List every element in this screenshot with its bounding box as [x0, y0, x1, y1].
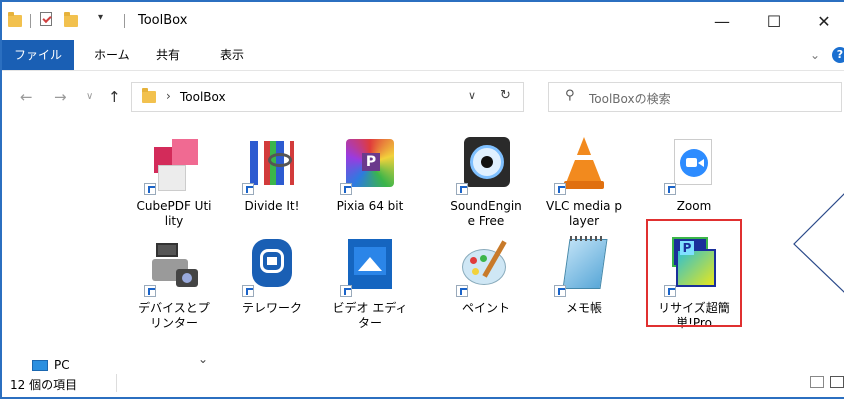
file-item-label: Pixia 64 bit [336, 199, 404, 213]
up-arrow-icon[interactable]: ↑ [108, 88, 121, 106]
nav-pane-pc-label: PC [54, 358, 70, 372]
file-item[interactable]: テレワーク [234, 233, 310, 316]
tab-view[interactable]: 表示 [220, 40, 244, 70]
file-item-label: メモ帳 [565, 301, 602, 315]
highlight-box [646, 219, 742, 327]
notepad-icon [552, 233, 616, 297]
paint-icon [454, 233, 518, 297]
file-item[interactable]: メモ帳 [546, 233, 622, 316]
cubepdf-icon [142, 131, 206, 195]
computer-icon [32, 359, 48, 371]
item-count: 12 個の項目 [10, 378, 78, 392]
vlc-icon [552, 131, 616, 195]
file-item-label: ビデオ エディター [332, 301, 408, 330]
chevron-down-icon[interactable]: ⌄ [198, 352, 208, 366]
folder-icon [8, 12, 22, 27]
divider [30, 14, 31, 28]
expand-ribbon-icon[interactable]: ⌄ [810, 48, 820, 62]
explorer-window: ▾ ToolBox — ☐ ✕ ファイル ホーム 共有 表示 ⌄ ? ← → ∨… [0, 0, 844, 399]
search-box[interactable]: ⚲ ToolBoxの検索 [548, 82, 842, 112]
zoom-icon [662, 131, 726, 195]
tab-file[interactable]: ファイル [2, 40, 74, 70]
details-view-icon[interactable] [810, 376, 824, 388]
status-bar: PC ⌄ 12 個の項目 [2, 352, 844, 397]
large-icons-view-icon[interactable] [830, 376, 844, 388]
recent-dropdown-icon[interactable]: ∨ [86, 91, 93, 102]
refresh-icon[interactable]: ↻ [500, 88, 511, 103]
file-item[interactable]: ビデオ エディター [332, 233, 408, 331]
file-item-label: テレワーク [241, 301, 302, 315]
ribbon-tabs: ファイル ホーム 共有 表示 ⌄ ? [2, 40, 844, 71]
minimize-button[interactable]: — [702, 8, 742, 34]
nav-pane-pc[interactable]: PC [32, 358, 70, 372]
file-item[interactable]: ペイント [448, 233, 524, 316]
file-item[interactable]: P Pixia 64 bit [332, 131, 408, 214]
maximize-button[interactable]: ☐ [754, 8, 794, 34]
divider [116, 374, 117, 392]
file-item[interactable]: SoundEngine Free [448, 131, 524, 229]
soundengine-icon [454, 131, 518, 195]
file-item-label: ペイント [461, 301, 510, 315]
divider [124, 14, 125, 28]
title-bar: ▾ ToolBox — ☐ ✕ [2, 2, 844, 40]
file-item-label: CubePDF Utility [136, 199, 212, 228]
divide-it-icon [240, 131, 304, 195]
back-arrow-icon[interactable]: ← [20, 88, 33, 106]
file-item[interactable]: デバイスとプリンター [136, 233, 212, 331]
breadcrumb-separator-icon: › [166, 89, 171, 103]
video-editor-icon [338, 233, 402, 297]
new-folder-icon[interactable] [64, 12, 78, 27]
address-bar[interactable]: › ToolBox ∨ ↻ [131, 82, 524, 112]
telework-icon [240, 233, 304, 297]
file-item-label: Divide It! [244, 199, 300, 213]
file-item-label: SoundEngine Free [450, 199, 522, 228]
qat-dropdown-icon[interactable]: ▾ [98, 12, 103, 23]
file-item[interactable]: Zoom [656, 131, 732, 214]
search-input[interactable]: ToolBoxの検索 [589, 90, 671, 107]
close-button[interactable]: ✕ [804, 8, 844, 34]
view-toggle [810, 376, 844, 388]
file-item[interactable]: VLC media player [546, 131, 622, 229]
tab-share[interactable]: 共有 [156, 40, 180, 70]
forward-arrow-icon[interactable]: → [54, 88, 67, 106]
address-dropdown-icon[interactable]: ∨ [468, 89, 476, 102]
search-icon: ⚲ [565, 88, 575, 103]
file-item[interactable]: Divide It! [234, 131, 310, 214]
window-title: ToolBox [138, 13, 188, 28]
folder-icon [142, 88, 156, 103]
file-item[interactable]: CubePDF Utility [136, 131, 212, 229]
devices-printers-icon [142, 233, 206, 297]
address-row: ← → ∨ ↑ › ToolBox ∨ ↻ ⚲ ToolBoxの検索 [2, 80, 844, 116]
file-item-label: Zoom [676, 199, 712, 213]
breadcrumb[interactable]: ToolBox [180, 90, 226, 104]
file-item-label: VLC media player [546, 199, 622, 228]
pixia-icon: P [338, 131, 402, 195]
file-item-label: デバイスとプリンター [138, 301, 210, 330]
tab-home[interactable]: ホーム [94, 40, 130, 70]
properties-icon[interactable] [40, 12, 52, 26]
help-icon[interactable]: ? [832, 47, 844, 63]
